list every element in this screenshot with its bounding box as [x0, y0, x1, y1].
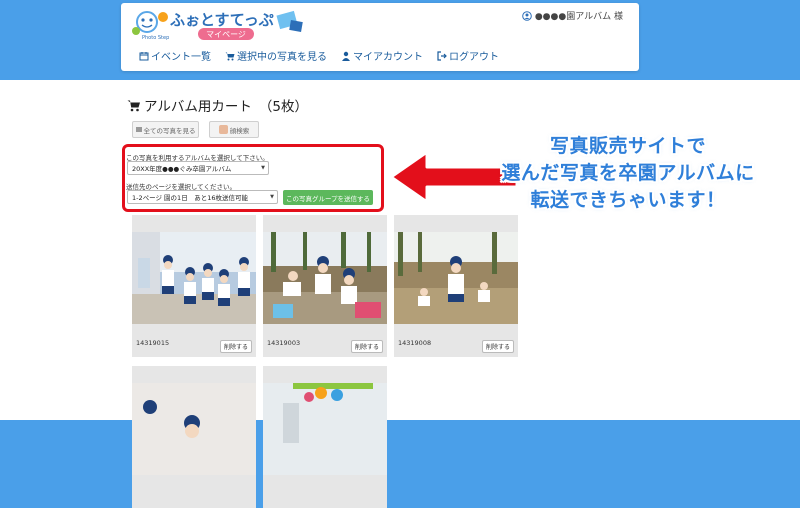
nav-logout[interactable]: ログアウト: [437, 48, 499, 63]
svg-text:ふぉとすてっぷ: ふぉとすてっぷ: [170, 11, 274, 29]
page-select[interactable]: 1-2ページ 園の1日 あと16枚送信可能 ▼: [127, 190, 278, 204]
photo-children-running[interactable]: [132, 232, 256, 324]
calendar-icon: [139, 51, 149, 60]
photo-card: 14319008 削除する: [394, 215, 518, 357]
photo-children-playing[interactable]: [394, 232, 518, 324]
site-logo[interactable]: Photo Step ふぉとすてっぷ マイページ: [130, 5, 310, 43]
photo-classroom[interactable]: [263, 383, 387, 475]
photo-card: 14319015 削除する: [132, 215, 256, 357]
user-icon: [522, 10, 532, 21]
delete-button[interactable]: 削除する: [351, 340, 383, 353]
photo-child-portrait[interactable]: [132, 383, 256, 475]
annotation-line-3: 転送できちゃいます！: [530, 189, 726, 211]
photo-id: 14319015: [136, 339, 170, 347]
chevron-down-icon: ▼: [261, 165, 265, 171]
photo-children-sitting[interactable]: [263, 232, 387, 324]
nav-selected-photos[interactable]: 選択中の写真を見る: [225, 48, 327, 63]
svg-text:Photo Step: Photo Step: [142, 35, 169, 41]
delete-button[interactable]: 削除する: [482, 340, 514, 353]
photo-card: [132, 366, 256, 508]
delete-button[interactable]: 削除する: [220, 340, 252, 353]
annotation-line-2: 選んだ写真を卒園アルバムに: [501, 162, 755, 184]
user-label: ●●●●園アルバム 様: [534, 12, 623, 22]
page-title-text: アルバム用カート: [144, 99, 252, 115]
user-account[interactable]: ●●●●園アルバム 様: [522, 9, 623, 22]
svg-text:マイページ: マイページ: [206, 30, 246, 39]
view-all-photos-button[interactable]: 全ての写真を見る: [132, 121, 199, 138]
photo-id: 14319008: [398, 339, 432, 347]
annotation-line-1: 写真販売サイトで: [549, 135, 706, 157]
photo-card: 14319003 削除する: [263, 215, 387, 357]
cart-icon: [225, 52, 235, 60]
main-nav: イベント一覧 選択中の写真を見る マイアカウント ログアウト: [139, 48, 499, 63]
header-card: Photo Step ふぉとすてっぷ マイページ ●●●●園アルバム 様 イベン…: [121, 3, 639, 71]
photo-count: （5枚）: [258, 99, 308, 115]
chevron-down-icon: ▼: [270, 194, 274, 200]
photo-id: 14319003: [267, 339, 301, 347]
send-photo-group-button[interactable]: この写真グループを送信する: [283, 190, 373, 205]
nav-my-account[interactable]: マイアカウント: [341, 48, 423, 63]
face-search-button[interactable]: 顔検索: [209, 121, 259, 138]
user-icon: [342, 51, 350, 61]
face-icon: [218, 125, 228, 134]
cart-icon: [127, 100, 140, 111]
annotation-callout: 写真販売サイトで 選んだ写真を卒園アルバムに 転送できちゃいます！: [478, 133, 778, 214]
nav-events[interactable]: イベント一覧: [139, 48, 211, 63]
album-select[interactable]: 20XX年度●●●ぐみ卒園アルバム ▼: [127, 161, 269, 175]
photo-card: [263, 366, 387, 508]
image-icon: [135, 127, 142, 132]
logout-icon: [437, 50, 447, 61]
page-title: アルバム用カート （5枚）: [127, 95, 308, 115]
